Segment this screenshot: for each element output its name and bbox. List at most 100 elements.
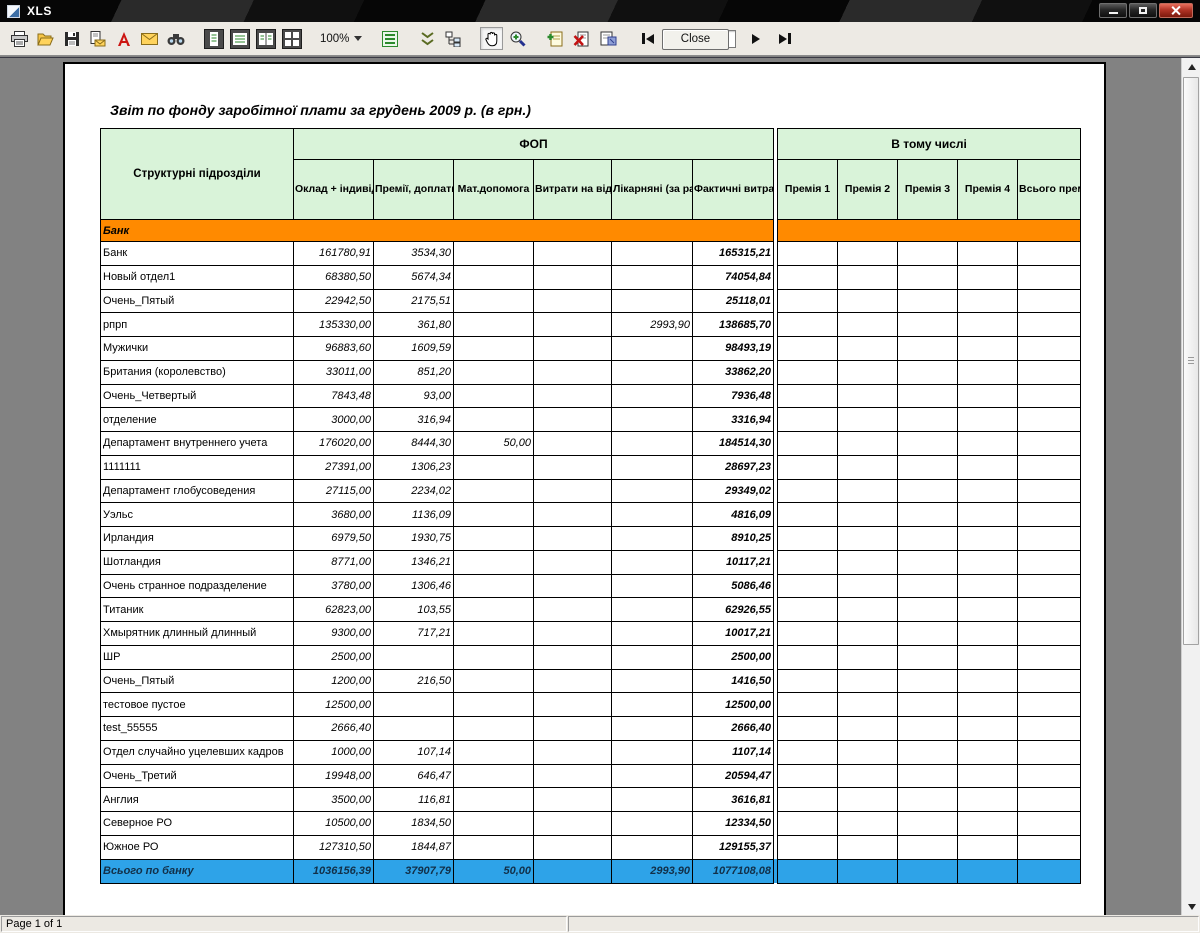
minimize-button[interactable] <box>1099 3 1127 18</box>
value-cell: 3680,00 <box>294 503 374 527</box>
premium-cell <box>778 764 838 788</box>
table-row: Департамент глобусоведения27115,002234,0… <box>101 479 1081 503</box>
value-cell <box>612 622 693 646</box>
premium-cell <box>1018 835 1081 859</box>
premium-cell <box>838 622 898 646</box>
multi-page-view-icon <box>282 29 302 49</box>
find-button[interactable] <box>164 27 187 50</box>
premium-cell <box>958 693 1018 717</box>
outline-button[interactable] <box>378 27 401 50</box>
total-value-cell: 37907,79 <box>374 859 454 883</box>
department-cell: Новый отдел1 <box>101 265 294 289</box>
delete-page-icon <box>573 30 590 47</box>
thumbnails-button[interactable] <box>442 27 465 50</box>
value-cell: 9300,00 <box>294 622 374 646</box>
status-page-indicator: Page 1 of 1 <box>1 916 567 932</box>
premium-cell <box>778 313 838 337</box>
zoom-in-button[interactable] <box>506 27 529 50</box>
value-cell: 1200,00 <box>294 669 374 693</box>
department-cell: отделение <box>101 408 294 432</box>
value-cell <box>534 550 612 574</box>
table-row: Англия3500,00116,813616,81 <box>101 788 1081 812</box>
premium-cell <box>958 479 1018 503</box>
premium-cell <box>898 598 958 622</box>
value-cell: 10117,21 <box>693 550 774 574</box>
value-cell <box>612 384 693 408</box>
collapse-button[interactable] <box>416 27 439 50</box>
pdf-export-button[interactable] <box>112 27 135 50</box>
value-cell <box>534 265 612 289</box>
thumbnails-icon <box>445 31 462 47</box>
value-cell <box>534 360 612 384</box>
last-page-button[interactable] <box>773 27 796 50</box>
premium-cell <box>898 740 958 764</box>
value-cell: 1107,14 <box>693 740 774 764</box>
whole-page-view-button[interactable] <box>202 27 225 50</box>
value-cell <box>612 503 693 527</box>
email-button[interactable] <box>138 27 161 50</box>
value-cell: 27391,00 <box>294 455 374 479</box>
close-window-button[interactable] <box>1159 3 1193 18</box>
value-cell: 1306,46 <box>374 574 454 598</box>
delete-page-button[interactable] <box>570 27 593 50</box>
edit-page-button[interactable] <box>596 27 619 50</box>
premium-cell <box>778 717 838 741</box>
department-cell: Британия (королевство) <box>101 360 294 384</box>
scroll-down-icon <box>1188 904 1196 910</box>
value-cell <box>534 503 612 527</box>
value-cell: 2666,40 <box>294 717 374 741</box>
premium-cell <box>958 289 1018 313</box>
page-width-view-button[interactable] <box>228 27 251 50</box>
premium-cell <box>838 788 898 812</box>
scroll-up-button[interactable] <box>1182 58 1200 75</box>
first-page-button[interactable] <box>636 27 659 50</box>
value-cell: 1930,75 <box>374 527 454 551</box>
zoom-dropdown[interactable]: 100% <box>320 33 362 45</box>
maximize-button[interactable] <box>1129 3 1157 18</box>
hand-tool-button[interactable] <box>480 27 503 50</box>
premium-cell <box>778 527 838 551</box>
new-page-button[interactable] <box>544 27 567 50</box>
premium-cell <box>898 717 958 741</box>
open-button[interactable] <box>34 27 57 50</box>
premium-cell <box>958 835 1018 859</box>
outline-icon <box>381 30 399 48</box>
value-cell <box>454 645 534 669</box>
scroll-down-button[interactable] <box>1182 898 1200 915</box>
export-button[interactable] <box>86 27 109 50</box>
column-header: Мат.допомога <box>454 160 534 220</box>
value-cell: 3316,94 <box>693 408 774 432</box>
close-preview-button[interactable]: Close <box>662 29 729 50</box>
premium-cell <box>838 598 898 622</box>
scrollbar-thumb[interactable] <box>1183 77 1199 645</box>
table-row: Мужички96883,601609,5998493,19 <box>101 337 1081 361</box>
value-cell <box>612 717 693 741</box>
vertical-scrollbar[interactable] <box>1181 58 1200 915</box>
premium-cell <box>838 289 898 313</box>
email-icon <box>141 32 158 46</box>
value-cell <box>534 764 612 788</box>
group-header-including: В тому числі <box>778 129 1081 160</box>
value-cell <box>454 527 534 551</box>
premium-cell <box>898 337 958 361</box>
premium-cell <box>778 812 838 836</box>
premium-cell <box>1018 242 1081 266</box>
value-cell <box>454 384 534 408</box>
table-row: ШР2500,002500,00 <box>101 645 1081 669</box>
table-row: рпрп135330,00361,802993,90138685,70 <box>101 313 1081 337</box>
open-icon <box>37 31 54 47</box>
table-row: Уэльс3680,001136,094816,09 <box>101 503 1081 527</box>
department-cell: Департамент глобусоведения <box>101 479 294 503</box>
value-cell: 161780,91 <box>294 242 374 266</box>
multi-page-view-button[interactable] <box>280 27 303 50</box>
premium-cell <box>898 669 958 693</box>
print-button[interactable] <box>8 27 31 50</box>
total-premium-cell <box>1018 859 1081 883</box>
save-button[interactable] <box>60 27 83 50</box>
value-cell: 316,94 <box>374 408 454 432</box>
hand-tool-icon <box>484 30 500 47</box>
two-pages-view-button[interactable] <box>254 27 277 50</box>
next-page-button[interactable] <box>744 27 767 50</box>
premium-cell <box>838 527 898 551</box>
value-cell <box>454 455 534 479</box>
